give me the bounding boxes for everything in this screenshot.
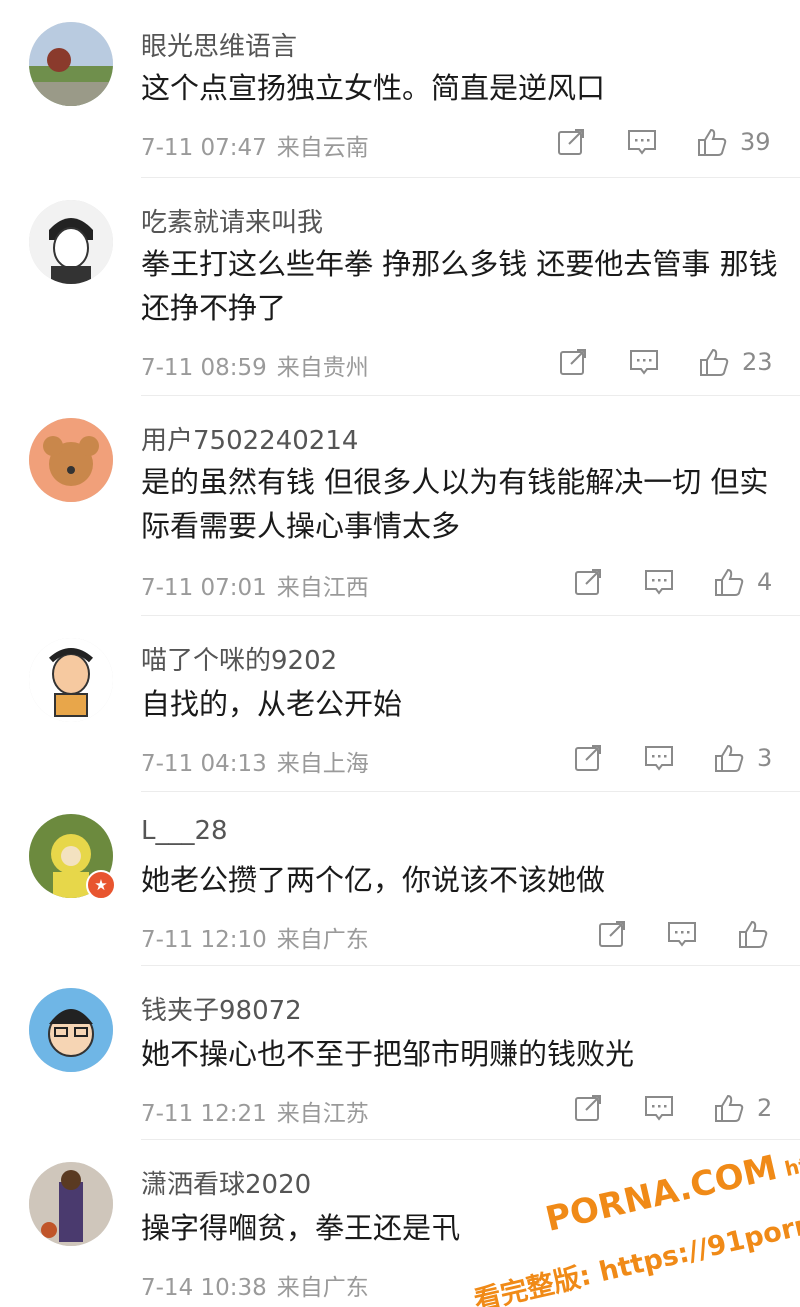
timestamp: 7-11 07:01 <box>141 575 267 601</box>
comment-item: 喵了个咪的9202 自找的，从老公开始 7-11 04:13 来自上海 3 <box>0 616 800 792</box>
comment-meta: 7-14 10:38 来自广东 <box>141 1268 369 1302</box>
share-button[interactable] <box>572 1091 604 1125</box>
like-count: 23 <box>742 348 773 376</box>
share-button[interactable] <box>555 125 587 159</box>
username[interactable]: L___28 <box>141 816 228 846</box>
comment-button[interactable] <box>643 741 675 775</box>
comment-meta: 7-11 12:21 来自江苏 <box>141 1094 369 1128</box>
like-button[interactable]: 4 <box>713 565 772 599</box>
timestamp: 7-11 04:13 <box>141 751 267 777</box>
timestamp: 7-11 12:10 <box>141 927 267 953</box>
share-icon <box>596 918 628 950</box>
comment-button[interactable] <box>643 565 675 599</box>
like-count: 4 <box>757 568 773 596</box>
share-button[interactable] <box>596 917 628 951</box>
location: 来自江西 <box>276 575 369 601</box>
comment-icon <box>643 566 675 598</box>
comment-meta: 7-11 07:47 来自云南 <box>141 128 369 162</box>
avatar[interactable] <box>29 988 113 1072</box>
share-button[interactable] <box>557 345 589 379</box>
location: 来自贵州 <box>276 355 369 381</box>
comment-text: 自找的，从老公开始 <box>141 687 403 721</box>
comment-text: 她老公攒了两个亿，你说该不该她做 <box>141 863 606 897</box>
comment-meta: 7-11 04:13 来自上海 <box>141 744 369 778</box>
timestamp: 7-11 08:59 <box>141 355 267 381</box>
comment-meta: 7-11 08:59 来自贵州 <box>141 348 369 382</box>
location: 来自广东 <box>276 927 369 953</box>
like-count: 2 <box>757 1094 773 1122</box>
comment-icon <box>626 126 658 158</box>
comment-icon <box>643 1092 675 1124</box>
comment-item: 用户7502240214 是的虽然有钱 但很多人以为有钱能解决一切 但实际看需要… <box>0 396 800 616</box>
timestamp: 7-11 12:21 <box>141 1101 267 1127</box>
comment-meta: 7-11 12:10 来自广东 <box>141 920 369 954</box>
like-button[interactable]: 23 <box>698 345 773 379</box>
comment-icon <box>628 346 660 378</box>
comment-icon <box>643 742 675 774</box>
location: 来自广东 <box>276 1275 369 1301</box>
comment-item: 吃素就请来叫我 拳王打这么些年拳 挣那么多钱 还要他去管事 那钱还挣不挣了 7-… <box>0 178 800 396</box>
comment-text: 拳王打这么些年拳 挣那么多钱 还要他去管事 那钱还挣不挣了 <box>141 247 778 325</box>
thumbs-up-icon <box>713 1092 745 1124</box>
comment-text: 操字得嗰贫，拳王还是卂 <box>141 1211 461 1245</box>
location: 来自上海 <box>276 751 369 777</box>
share-icon <box>557 346 589 378</box>
comment-item: 潇洒看球2020 操字得嗰贫，拳王还是卂 7-14 10:38 来自广东 <box>0 1140 800 1307</box>
comment-icon <box>666 918 698 950</box>
comment-item: ★ L___28 她老公攒了两个亿，你说该不该她做 7-11 12:10 来自广东 <box>0 792 800 966</box>
avatar[interactable] <box>29 200 113 284</box>
comment-text: 她不操心也不至于把邹市明赚的钱败光 <box>141 1037 635 1071</box>
avatar[interactable] <box>29 1162 113 1246</box>
username[interactable]: 吃素就请来叫我 <box>141 202 323 239</box>
comment-button[interactable] <box>643 1091 675 1125</box>
avatar[interactable] <box>29 638 113 722</box>
share-icon <box>572 566 604 598</box>
like-button[interactable]: 3 <box>713 741 772 775</box>
like-button[interactable]: 2 <box>713 1091 772 1125</box>
share-button[interactable] <box>572 741 604 775</box>
username[interactable]: 潇洒看球2020 <box>141 1164 311 1201</box>
location: 来自云南 <box>276 135 369 161</box>
username[interactable]: 用户7502240214 <box>141 420 358 457</box>
thumbs-up-icon <box>713 566 745 598</box>
timestamp: 7-14 10:38 <box>141 1275 267 1301</box>
username[interactable]: 眼光思维语言 <box>141 26 297 63</box>
comment-text: 是的虽然有钱 但很多人以为有钱能解决一切 但实际看需要人操心事情太多 <box>141 465 769 543</box>
comment-button[interactable] <box>628 345 660 379</box>
share-icon <box>555 126 587 158</box>
share-icon <box>572 742 604 774</box>
thumbs-up-icon <box>696 126 728 158</box>
like-button[interactable]: 39 <box>696 125 771 159</box>
avatar[interactable] <box>29 418 113 502</box>
comment-meta: 7-11 07:01 来自江西 <box>141 568 369 602</box>
thumbs-up-icon <box>713 742 745 774</box>
comment-button[interactable] <box>626 125 658 159</box>
comment-text: 这个点宣扬独立女性。简直是逆风口 <box>141 71 606 105</box>
thumbs-up-icon <box>737 918 769 950</box>
comment-item: 钱夹子98072 她不操心也不至于把邹市明赚的钱败光 7-11 12:21 来自江… <box>0 966 800 1140</box>
avatar[interactable] <box>29 22 113 106</box>
share-button[interactable] <box>572 565 604 599</box>
timestamp: 7-11 07:47 <box>141 135 267 161</box>
verified-badge-icon: ★ <box>86 870 116 900</box>
username[interactable]: 钱夹子98072 <box>141 990 302 1027</box>
like-count: 3 <box>757 744 773 772</box>
comment-button[interactable] <box>666 917 698 951</box>
like-count: 39 <box>740 128 771 156</box>
share-icon <box>572 1092 604 1124</box>
thumbs-up-icon <box>698 346 730 378</box>
username[interactable]: 喵了个咪的9202 <box>141 640 337 677</box>
like-button[interactable] <box>737 917 781 951</box>
comment-item: 眼光思维语言 这个点宣扬独立女性。简直是逆风口 7-11 07:47 来自云南 3… <box>0 0 800 178</box>
location: 来自江苏 <box>276 1101 369 1127</box>
